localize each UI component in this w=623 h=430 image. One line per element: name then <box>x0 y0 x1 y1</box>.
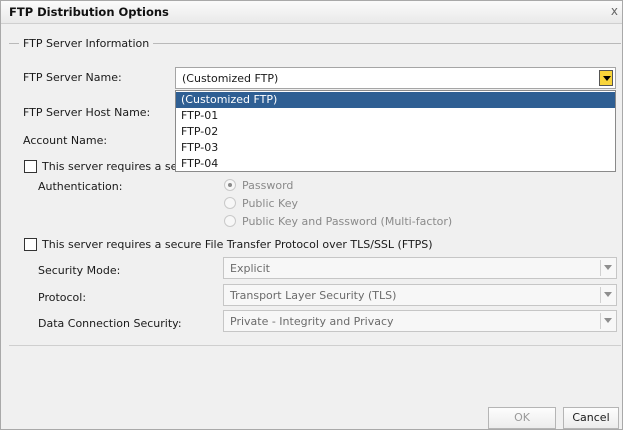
auth-option-multifactor-label: Public Key and Password (Multi-factor) <box>242 215 453 228</box>
ok-button[interactable]: OK <box>488 407 556 429</box>
dropdown-option-ftp-04[interactable]: FTP-04 <box>176 156 615 172</box>
server-name-dropdown-list: (Customized FTP) FTP-01 FTP-02 FTP-03 FT… <box>175 90 616 172</box>
host-name-label: FTP Server Host Name: <box>23 106 151 119</box>
ftp-distribution-dialog: FTP Distribution Options x FTP Server In… <box>0 0 623 430</box>
dropdown-option-ftp-02[interactable]: FTP-02 <box>176 124 615 140</box>
chevron-down-icon <box>604 265 612 270</box>
data-connection-value: Private - Integrity and Privacy <box>230 315 394 328</box>
dropdown-option-ftp-01[interactable]: FTP-01 <box>176 108 615 124</box>
protocol-dropdown-button[interactable] <box>600 287 614 303</box>
auth-radio-public-key[interactable] <box>224 197 236 209</box>
data-connection-dropdown-button[interactable] <box>600 313 614 329</box>
data-connection-label: Data Connection Security: <box>38 317 182 330</box>
dialog-title: FTP Distribution Options <box>9 5 169 19</box>
security-mode-select[interactable]: Explicit <box>223 257 617 279</box>
protocol-label: Protocol: <box>38 291 87 304</box>
dropdown-toggle-button[interactable] <box>599 70 613 86</box>
auth-radio-password[interactable] <box>224 179 236 191</box>
server-name-select[interactable]: (Customized FTP) <box>175 67 616 89</box>
dropdown-option-customized[interactable]: (Customized FTP) <box>176 92 615 108</box>
security-mode-label: Security Mode: <box>38 264 121 277</box>
dropdown-option-ftp-03[interactable]: FTP-03 <box>176 140 615 156</box>
ftps-checkbox-label: This server requires a secure File Trans… <box>42 238 433 251</box>
account-name-label: Account Name: <box>23 134 108 147</box>
sftp-checkbox[interactable] <box>24 160 37 173</box>
security-mode-value: Explicit <box>230 262 270 275</box>
chevron-down-icon <box>603 76 611 81</box>
chevron-down-icon <box>604 292 612 297</box>
sftp-checkbox-label: This server requires a secu <box>42 160 191 173</box>
server-name-value: (Customized FTP) <box>182 72 279 85</box>
server-name-label: FTP Server Name: <box>23 71 122 84</box>
section-divider <box>9 345 621 346</box>
auth-radio-multifactor[interactable] <box>224 215 236 227</box>
auth-option-password-label: Password <box>242 179 294 192</box>
ftps-checkbox[interactable] <box>24 238 37 251</box>
section-title: FTP Server Information <box>19 37 154 50</box>
chevron-down-icon <box>604 318 612 323</box>
close-icon[interactable]: x <box>611 4 618 18</box>
auth-option-public-key-label: Public Key <box>242 197 298 210</box>
dialog-titlebar: FTP Distribution Options x <box>1 1 622 24</box>
cancel-button[interactable]: Cancel <box>563 407 619 429</box>
data-connection-select[interactable]: Private - Integrity and Privacy <box>223 310 617 332</box>
protocol-value: Transport Layer Security (TLS) <box>230 289 397 302</box>
security-mode-dropdown-button[interactable] <box>600 260 614 276</box>
protocol-select[interactable]: Transport Layer Security (TLS) <box>223 284 617 306</box>
authentication-label: Authentication: <box>38 180 123 193</box>
